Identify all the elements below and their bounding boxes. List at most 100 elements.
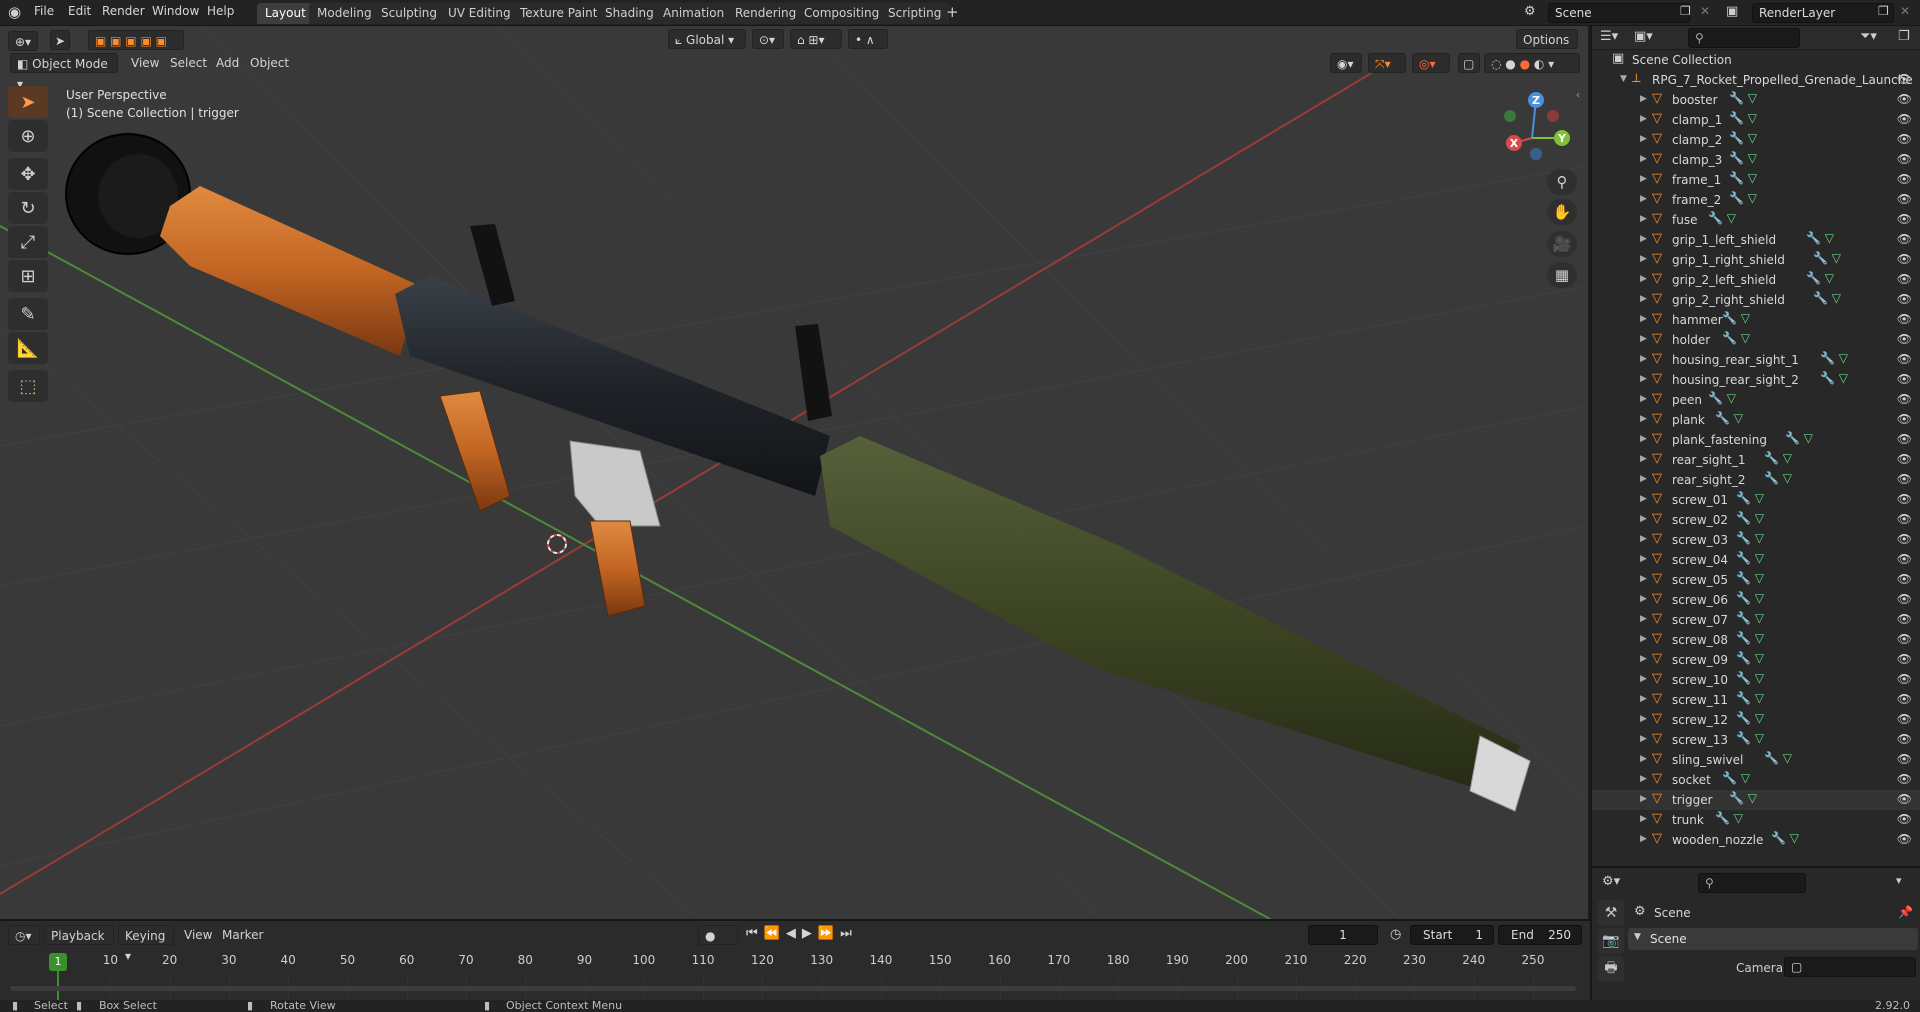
editor-type-button[interactable]: ⊕▾ — [8, 31, 38, 51]
preview-range-icon[interactable]: ◷ — [1390, 927, 1401, 942]
expand-arrow-icon[interactable]: ▶ — [1640, 354, 1647, 364]
timeline-menu-view[interactable]: View — [184, 928, 212, 942]
proportional-editing-button[interactable]: • ∧ — [848, 29, 888, 49]
expand-arrow-icon[interactable]: ▶ — [1640, 434, 1647, 444]
mesh-data-icon[interactable]: ▽ — [1783, 451, 1792, 465]
record-keyframe-button[interactable]: ● — [698, 925, 738, 945]
mesh-data-icon[interactable]: ▽ — [1790, 831, 1799, 845]
expand-arrow-icon[interactable]: ▶ — [1640, 314, 1647, 324]
modifier-wrench-icon[interactable]: 🔧 — [1736, 711, 1755, 725]
modifier-wrench-icon[interactable]: 🔧 — [1722, 311, 1741, 325]
modifier-wrench-icon[interactable]: 🔧 — [1785, 431, 1804, 445]
modifier-wrench-icon[interactable]: 🔧 — [1736, 611, 1755, 625]
mesh-data-icon[interactable]: ▽ — [1755, 671, 1764, 685]
visibility-eye-icon[interactable]: 👁 — [1897, 412, 1912, 426]
mesh-data-icon[interactable]: ▽ — [1748, 151, 1757, 165]
zoom-icon[interactable]: ⚲ — [1547, 169, 1577, 195]
modifier-wrench-icon[interactable]: 🔧 — [1722, 331, 1741, 345]
expand-arrow-icon[interactable]: ▶ — [1640, 214, 1647, 224]
outliner-object-row[interactable]: ▶ ▽ clamp_3 🔧 ▽ 👁 — [1592, 150, 1920, 170]
modifier-wrench-icon[interactable]: 🔧 — [1736, 731, 1755, 745]
transform-icon[interactable]: ⊞ — [8, 260, 48, 292]
renderlayer-selector[interactable]: RenderLayer — [1752, 3, 1894, 23]
tab-layout[interactable]: Layout — [257, 3, 314, 24]
tab-rendering[interactable]: Rendering — [727, 3, 805, 24]
tab-sculpting[interactable]: Sculpting — [373, 3, 446, 24]
visibility-eye-icon[interactable]: 👁 — [1897, 672, 1912, 686]
menu-window[interactable]: Window — [152, 4, 199, 18]
object-mode-dropdown[interactable]: ◧ Object Mode ▾ — [10, 53, 118, 91]
visibility-eye-icon[interactable]: 👁 — [1897, 652, 1912, 666]
expand-arrow-icon[interactable]: ▶ — [1640, 454, 1647, 464]
outliner-object-row[interactable]: ▶ ▽ screw_13 🔧 ▽ 👁 — [1592, 730, 1920, 750]
mesh-data-icon[interactable]: ▽ — [1783, 471, 1792, 485]
expand-arrow-icon[interactable]: ▶ — [1640, 194, 1647, 204]
visibility-eye-icon[interactable]: 👁 — [1897, 592, 1912, 606]
visibility-eye-icon[interactable]: 👁 — [1897, 232, 1912, 246]
xray-toggle[interactable]: ▢ — [1458, 53, 1480, 73]
outliner-collection-row[interactable]: ▼ ⟂ RPG_7_Rocket_Propelled_Grenade_Launche… — [1592, 70, 1920, 90]
visibility-eye-icon[interactable]: 👁 — [1897, 392, 1912, 406]
mesh-data-icon[interactable]: ▽ — [1783, 751, 1792, 765]
play-icon[interactable]: ▶ — [802, 926, 818, 941]
outliner-object-row[interactable]: ▶ ▽ frame_1 🔧 ▽ 👁 — [1592, 170, 1920, 190]
modifier-wrench-icon[interactable]: 🔧 — [1764, 451, 1783, 465]
expand-arrow-icon[interactable]: ▶ — [1640, 94, 1647, 104]
visibility-eye-icon[interactable]: 👁 — [1897, 572, 1912, 586]
mesh-data-icon[interactable]: ▽ — [1755, 631, 1764, 645]
outliner-object-row[interactable]: ▶ ▽ plank 🔧 ▽ 👁 — [1592, 410, 1920, 430]
visibility-eye-icon[interactable]: 👁 — [1897, 632, 1912, 646]
visibility-eye-icon[interactable]: 👁 — [1897, 92, 1912, 106]
outliner-object-row[interactable]: ▶ ▽ hammer 🔧 ▽ 👁 — [1592, 310, 1920, 330]
outliner-object-row[interactable]: ▶ ▽ sling_swivel 🔧 ▽ 👁 — [1592, 750, 1920, 770]
expand-arrow-icon[interactable]: ▶ — [1640, 394, 1647, 404]
scene-panel-header[interactable]: ▼ Scene — [1628, 928, 1918, 950]
outliner-object-row[interactable]: ▶ ▽ screw_10 🔧 ▽ 👁 — [1592, 670, 1920, 690]
expand-arrow-icon[interactable]: ▶ — [1640, 754, 1647, 764]
viewport-menu-add[interactable]: Add — [216, 56, 239, 70]
expand-arrow-icon[interactable]: ▶ — [1640, 794, 1647, 804]
expand-arrow-icon[interactable]: ▶ — [1640, 154, 1647, 164]
outliner-object-row[interactable]: ▶ ▽ screw_08 🔧 ▽ 👁 — [1592, 630, 1920, 650]
mesh-data-icon[interactable]: ▽ — [1741, 331, 1750, 345]
outliner-object-row[interactable]: ▶ ▽ screw_01 🔧 ▽ 👁 — [1592, 490, 1920, 510]
end-frame-field[interactable]: End 250 — [1498, 925, 1582, 945]
expand-arrow-icon[interactable]: ▶ — [1640, 334, 1647, 344]
new-renderlayer-icon[interactable]: ❐ — [1878, 4, 1889, 18]
modifier-wrench-icon[interactable]: 🔧 — [1729, 791, 1748, 805]
output-tab-icon[interactable]: 🖶 — [1598, 956, 1624, 982]
modifier-wrench-icon[interactable]: 🔧 — [1813, 251, 1832, 265]
modifier-wrench-icon[interactable]: 🔧 — [1736, 571, 1755, 585]
expand-arrow-icon[interactable]: ▶ — [1640, 654, 1647, 664]
expand-arrow-icon[interactable]: ▶ — [1640, 814, 1647, 824]
outliner-object-row[interactable]: ▶ ▽ socket 🔧 ▽ 👁 — [1592, 770, 1920, 790]
mesh-data-icon[interactable]: ▽ — [1741, 311, 1750, 325]
outliner-object-row[interactable]: ▶ ▽ booster 🔧 ▽ 👁 — [1592, 90, 1920, 110]
outliner-object-row[interactable]: ▶ ▽ screw_02 🔧 ▽ 👁 — [1592, 510, 1920, 530]
outliner-object-row[interactable]: ▶ ▽ housing_rear_sight_1 🔧 ▽ 👁 — [1592, 350, 1920, 370]
modifier-wrench-icon[interactable]: 🔧 — [1736, 631, 1755, 645]
camera-field[interactable]: ▢ — [1784, 957, 1916, 977]
pin-icon[interactable]: 📌 — [1898, 905, 1913, 919]
outliner-object-row[interactable]: ▶ ▽ screw_04 🔧 ▽ 👁 — [1592, 550, 1920, 570]
modifier-wrench-icon[interactable]: 🔧 — [1820, 351, 1839, 365]
mesh-data-icon[interactable]: ▽ — [1741, 771, 1750, 785]
outliner-object-row[interactable]: ▶ ▽ grip_1_left_shield 🔧 ▽ 👁 — [1592, 230, 1920, 250]
visibility-eye-icon[interactable]: 👁 — [1897, 712, 1912, 726]
mesh-data-icon[interactable]: ▽ — [1755, 571, 1764, 585]
visibility-eye-icon[interactable]: 👁 — [1897, 452, 1912, 466]
mesh-data-icon[interactable]: ▽ — [1804, 431, 1813, 445]
visibility-eye-icon[interactable]: 👁 — [1897, 492, 1912, 506]
viewport-menu-object[interactable]: Object — [250, 56, 289, 70]
next-keyframe-icon[interactable]: ⏩ — [818, 926, 840, 941]
transform-orientation-dropdown[interactable]: ⟀ Global ▾ — [668, 29, 746, 49]
mesh-data-icon[interactable]: ▽ — [1755, 491, 1764, 505]
expand-arrow-icon[interactable]: ▶ — [1640, 554, 1647, 564]
add-workspace-button[interactable]: + — [946, 3, 959, 21]
outliner-object-row[interactable]: ▶ ▽ screw_06 🔧 ▽ 👁 — [1592, 590, 1920, 610]
new-collection-icon[interactable]: ❐ — [1898, 29, 1910, 44]
expand-arrow-icon[interactable]: ▶ — [1640, 274, 1647, 284]
mesh-data-icon[interactable]: ▽ — [1825, 231, 1834, 245]
expand-arrow-icon[interactable]: ▶ — [1640, 254, 1647, 264]
modifier-wrench-icon[interactable]: 🔧 — [1813, 291, 1832, 305]
